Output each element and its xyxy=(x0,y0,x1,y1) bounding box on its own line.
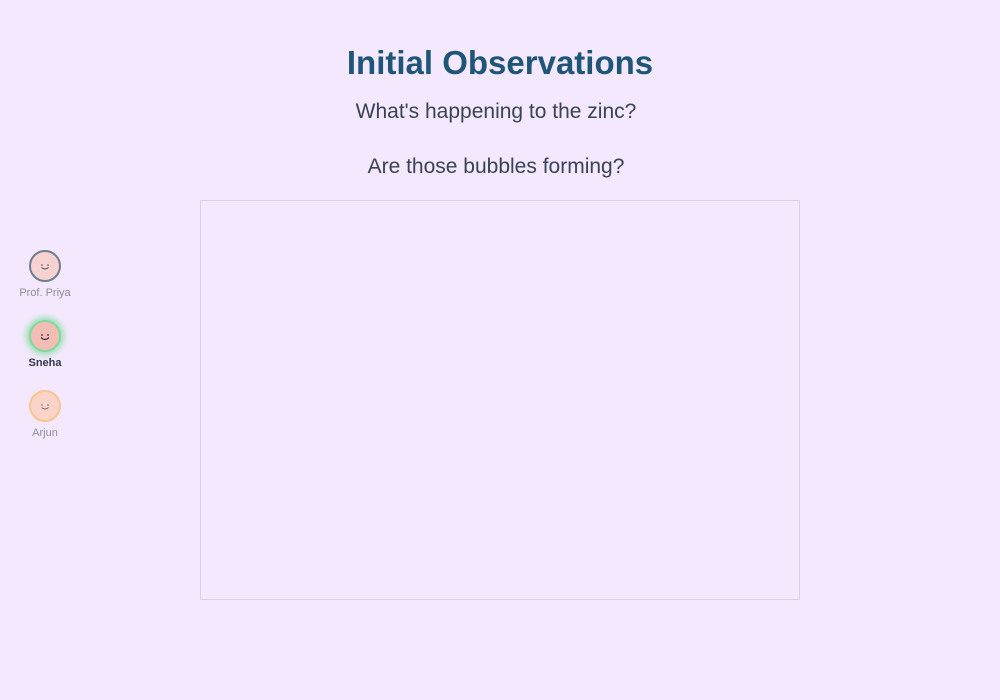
avatar xyxy=(29,250,61,282)
participant-name: Sneha xyxy=(28,357,62,369)
observation-prompt: What's happening to the zinc? xyxy=(355,100,637,123)
smiley-face-icon xyxy=(40,334,50,341)
observation-prompt: Are those bubbles forming? xyxy=(367,155,625,178)
avatar xyxy=(29,320,61,352)
participant-name: Prof. Priya xyxy=(19,287,71,299)
slide-title: Initial Observations xyxy=(346,44,654,81)
participant-name: Arjun xyxy=(32,427,58,439)
smiley-face-icon xyxy=(41,404,49,410)
avatar xyxy=(29,390,61,422)
content-stage xyxy=(200,200,800,600)
smiley-face-icon xyxy=(41,264,49,270)
